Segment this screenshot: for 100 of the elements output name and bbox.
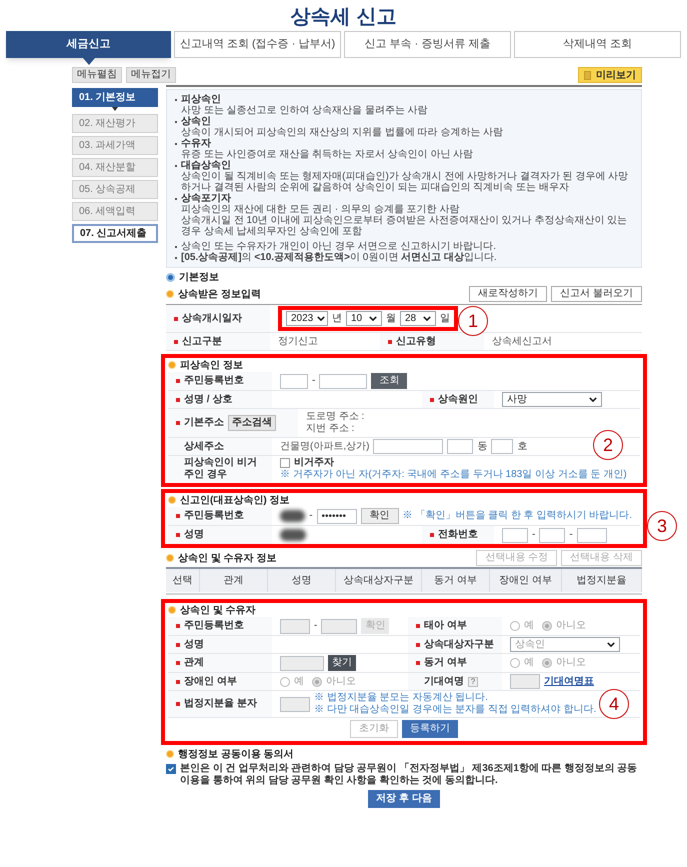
radio-button[interactable] [280,676,290,686]
dash-text: - [569,529,573,541]
field-label: 주민등록번호 [184,375,244,387]
field-label: 피상속인이 비거주인 경우 [184,457,258,481]
column-header: 성명 [268,569,336,592]
bullet-icon [166,290,174,298]
checkbox[interactable] [166,764,176,774]
dropdown[interactable]: 10 [346,311,382,326]
field-label: 상속개시일자 [182,312,242,324]
form-button[interactable]: 신고서 불러오기 [551,286,642,302]
radio-button[interactable] [510,621,520,631]
field-value: 상속세신고서 [492,336,552,348]
menu-button[interactable]: 메뉴펼침 [72,67,122,83]
bullet-icon [166,750,174,758]
dropdown[interactable]: 2023 [286,311,328,326]
field-label: 관계 [184,657,204,669]
dash-text: - [532,529,536,541]
input-field[interactable] [280,656,324,670]
lookup-button[interactable]: 조회 [371,373,408,389]
bullet-icon [168,361,176,369]
step-item[interactable]: 01. 기본정보 [72,88,158,107]
input-field[interactable] [510,674,540,689]
preview-button[interactable]: 미리보기 [578,67,642,83]
section-heading: 상속받은 정보입력 [178,288,261,302]
field-label: 동거 여부 [424,657,467,669]
input-field[interactable] [539,528,566,542]
field-label: 신고유형 [396,336,436,348]
field-label: 신고구분 [182,336,222,348]
field-label: 주민등록번호 [184,620,244,632]
input-field[interactable] [280,374,308,388]
field-label: 법정지분율 분자 [184,698,257,710]
term-description: 사망 또는 실종선고로 인하여 상속재산을 물려주는 사람 [180,105,429,116]
input-field[interactable] [280,696,310,712]
dash-text: - [314,620,318,632]
radio-button[interactable] [312,676,322,686]
checkbox[interactable] [280,458,290,468]
field-label: 전화번호 [438,529,478,541]
column-header: 법정지분율 [562,569,642,592]
menu-button[interactable]: 메뉴접기 [126,67,176,83]
column-header: 상속대상자구분 [336,569,422,592]
option-label: 예 [524,620,534,632]
term-description: 상속개시일 전 10년 이내에 피상속인으로부터 증여받은 사전증여재산이 있거나 추정상속재산이 있는 경우 상속세 납세의무자인 상속인에 포함 [180,215,628,237]
radio-button[interactable] [542,658,552,668]
life-table-link[interactable]: 기대여명표 [544,674,594,689]
callout-number: 2 [593,430,623,460]
note-text: 상속인 또는 수유자가 개인이 아닌 경우 서면으로 신고하시기 바랍니다. [181,241,496,252]
term-description: 피상속인의 재산에 대한 모든 권리 · 의무의 승계를 포기한 사람 [180,204,460,215]
label-text: 도로명 주소 : [306,411,364,423]
bullet-icon [166,554,174,562]
input-field[interactable] [447,439,474,454]
dropdown[interactable]: 28 [400,311,436,326]
radio-button[interactable] [542,621,552,631]
input-field[interactable] [319,374,368,388]
hint-text: ※ 다만 대습상속인일 경우에는 분자를 직접 입력하셔야 합니다. [314,704,596,716]
tab[interactable]: 신고 부속 · 증빙서류 제출 [344,31,511,58]
field-label: 장애인 여부 [184,676,237,688]
section-heading: 상속인 및 수유자 [180,604,256,618]
input-field[interactable] [321,618,358,634]
address-search-button[interactable]: 주소검색 [228,415,276,431]
field-label: 상속원인 [438,394,478,406]
confirm-button[interactable]: 확인 [360,508,399,524]
dash-text: - [309,510,313,522]
input-field[interactable] [373,439,444,454]
input-field[interactable] [576,528,607,542]
register-button[interactable]: 등록하기 [402,720,458,738]
section-heading: 피상속인 정보 [180,358,243,372]
bullet-icon [168,606,176,614]
label-text: 건물명(아파트,상가) [280,440,370,452]
term-description: 상속이 개시되어 피상속인의 재산상의 지위를 법률에 따라 승계하는 사람 [180,127,504,138]
option-label: 예 [524,657,534,669]
save-next-button[interactable]: 저장 후 다음 [368,790,440,808]
radio-button[interactable] [510,658,520,668]
input-field[interactable] [280,618,310,634]
term-title: 대습상속인 [181,160,231,171]
form-button[interactable]: 새로작성하기 [469,286,548,302]
step-item[interactable]: 07. 신고서제출 [72,224,158,243]
field-label: 주민등록번호 [184,510,244,522]
find-button[interactable]: 찾기 [328,655,356,671]
input-field[interactable]: ••••••• [316,508,357,524]
term-description: 상속인이 될 직계비속 또는 형제자매(피대습인)가 상속개시 전에 사망하거나 결격자가 된 경우에 사망하거나 결격된 사람의 순위에 갈음하여 상속인이 되는 피대습인의 직계비속 또는 배우자 [180,171,630,193]
input-field[interactable] [502,528,528,542]
tab[interactable]: 신고내역 조회 (접수증 · 납부서) [174,31,341,58]
label-text: 년 [332,312,342,324]
hint-text: ※ 거주자가 아닌 자(거주자: 국내에 주소를 두거나 183일 이상 거소를 둔 개인) [280,469,627,481]
tab[interactable]: 삭제내역 조회 [514,31,681,58]
tab[interactable]: 세금신고 [6,31,171,58]
column-header: 선택 [166,569,200,592]
term-description: 유증 또는 사인증여로 재산을 취득하는 자로서 상속인이 아닌 사람 [180,149,474,160]
field-label: 상속대상자구분 [424,638,494,650]
help-icon[interactable]: ? [468,676,478,686]
bullet-icon [168,496,176,504]
input-field[interactable] [491,439,514,454]
field-label: 성명 [184,638,204,650]
section-heading: 신고인(대표상속인) 정보 [180,494,290,508]
label-text: 지번 주소 : [306,423,356,435]
label-text: 동 [477,440,488,452]
callout-number: 4 [599,689,629,719]
caret-icon [317,316,326,321]
dropdown[interactable]: 사망 [502,392,602,407]
option-label: 아니오 [556,657,586,669]
